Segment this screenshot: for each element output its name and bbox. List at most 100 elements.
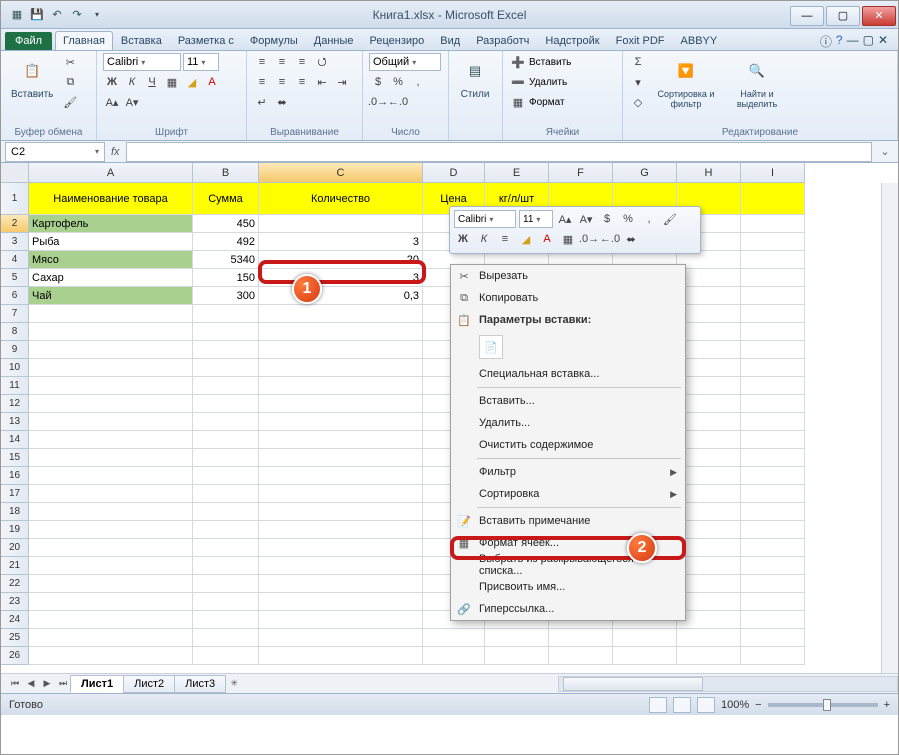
format-cells-icon[interactable]: ▦ (509, 93, 527, 111)
cell[interactable] (29, 341, 193, 359)
cell[interactable] (741, 395, 805, 413)
cell[interactable] (29, 305, 193, 323)
row-header[interactable]: 1 (1, 183, 29, 215)
copy-icon[interactable]: ⧉ (61, 73, 79, 91)
styles-button[interactable]: ▤ Стили (455, 53, 495, 102)
italic-button[interactable]: К (123, 73, 141, 91)
cell[interactable]: 5340 (193, 251, 259, 269)
cell[interactable] (259, 647, 423, 665)
cell[interactable] (29, 611, 193, 629)
ctx-define-name[interactable]: Присвоить имя... (451, 576, 685, 598)
cell[interactable]: Чай (29, 287, 193, 305)
col-header-g[interactable]: G (613, 163, 677, 183)
cell[interactable] (29, 431, 193, 449)
cell[interactable] (741, 183, 805, 215)
undo-icon[interactable]: ↶ (49, 7, 65, 23)
inc-decimal-icon[interactable]: .0→ (369, 93, 387, 111)
cell[interactable] (549, 647, 613, 665)
cell[interactable] (741, 251, 805, 269)
tab-abbyy[interactable]: ABBYY (673, 31, 726, 50)
cell[interactable] (259, 323, 423, 341)
doc-max-icon[interactable]: ▢ (863, 33, 874, 50)
row-header[interactable]: 25 (1, 629, 29, 647)
clear-icon[interactable]: ◇ (629, 93, 647, 111)
cell[interactable] (677, 467, 741, 485)
ctx-copy[interactable]: ⧉Копировать (451, 287, 685, 309)
row-header[interactable]: 11 (1, 377, 29, 395)
cell[interactable] (677, 539, 741, 557)
align-center-icon[interactable]: ≡ (273, 73, 291, 91)
cell[interactable] (193, 539, 259, 557)
col-header-c[interactable]: C (259, 163, 423, 183)
delete-cells-icon[interactable]: ➖ (509, 73, 527, 91)
cell[interactable] (193, 485, 259, 503)
cell[interactable]: Сахар (29, 269, 193, 287)
cell[interactable] (193, 467, 259, 485)
view-normal-icon[interactable] (649, 697, 667, 713)
formula-input[interactable] (126, 142, 872, 162)
cell[interactable] (741, 611, 805, 629)
cell[interactable] (677, 557, 741, 575)
font-color-button[interactable]: A (203, 73, 221, 91)
cell[interactable] (193, 503, 259, 521)
ctx-filter[interactable]: Фильтр▶ (451, 461, 685, 483)
cell[interactable] (193, 647, 259, 665)
ctx-paste-special[interactable]: Специальная вставка... (451, 363, 685, 385)
new-sheet-icon[interactable]: ✳ (226, 676, 242, 692)
horizontal-scrollbar[interactable] (558, 676, 898, 692)
cell[interactable] (193, 341, 259, 359)
cell[interactable] (423, 647, 485, 665)
cell[interactable]: 492 (193, 233, 259, 251)
cell[interactable] (677, 341, 741, 359)
row-header[interactable]: 5 (1, 269, 29, 287)
cell[interactable] (741, 233, 805, 251)
cell[interactable] (193, 449, 259, 467)
zoom-value[interactable]: 100% (721, 699, 749, 711)
insert-cells-label[interactable]: Вставить (529, 57, 571, 68)
cell[interactable] (193, 521, 259, 539)
ctx-format-cells[interactable]: ▦Формат ячеек... (451, 532, 685, 554)
row-header[interactable]: 26 (1, 647, 29, 665)
align-top-icon[interactable]: ≡ (253, 53, 271, 71)
cell[interactable] (259, 449, 423, 467)
align-mid-icon[interactable]: ≡ (273, 53, 291, 71)
sheet-nav-last[interactable]: ⏭ (55, 676, 71, 692)
cell[interactable] (741, 269, 805, 287)
cell[interactable] (193, 629, 259, 647)
cell[interactable]: Картофель (29, 215, 193, 233)
cell[interactable] (29, 359, 193, 377)
zoom-out-icon[interactable]: − (755, 699, 761, 711)
cell[interactable] (485, 629, 549, 647)
number-format-combo[interactable]: Общий▾ (369, 53, 441, 71)
sheet-tab-3[interactable]: Лист3 (174, 675, 226, 693)
cell[interactable] (193, 323, 259, 341)
indent-dec-icon[interactable]: ⇤ (313, 73, 331, 91)
mini-grow-icon[interactable]: A▴ (556, 210, 574, 228)
col-header-e[interactable]: E (485, 163, 549, 183)
close-button[interactable]: ✕ (862, 6, 896, 26)
ctx-hyperlink[interactable]: 🔗Гиперссылка... (451, 598, 685, 620)
row-header[interactable]: 2 (1, 215, 29, 233)
cell[interactable] (613, 629, 677, 647)
cell[interactable] (741, 575, 805, 593)
cell[interactable] (741, 359, 805, 377)
cell[interactable] (741, 593, 805, 611)
sheet-nav-next[interactable]: ▶ (39, 676, 55, 692)
cell[interactable] (741, 341, 805, 359)
percent-icon[interactable]: % (389, 73, 407, 91)
cell[interactable] (741, 323, 805, 341)
cell[interactable] (29, 647, 193, 665)
file-tab[interactable]: Файл (5, 32, 52, 50)
cell[interactable] (29, 377, 193, 395)
orientation-icon[interactable]: ⭯ (313, 53, 331, 71)
border-button[interactable]: ▦ (163, 73, 181, 91)
cell[interactable] (677, 521, 741, 539)
cell[interactable] (677, 395, 741, 413)
cell[interactable] (29, 395, 193, 413)
col-header-h[interactable]: H (677, 163, 741, 183)
cell[interactable] (485, 647, 549, 665)
cell[interactable]: Рыба (29, 233, 193, 251)
cell[interactable] (677, 287, 741, 305)
row-header[interactable]: 24 (1, 611, 29, 629)
cell[interactable] (741, 539, 805, 557)
